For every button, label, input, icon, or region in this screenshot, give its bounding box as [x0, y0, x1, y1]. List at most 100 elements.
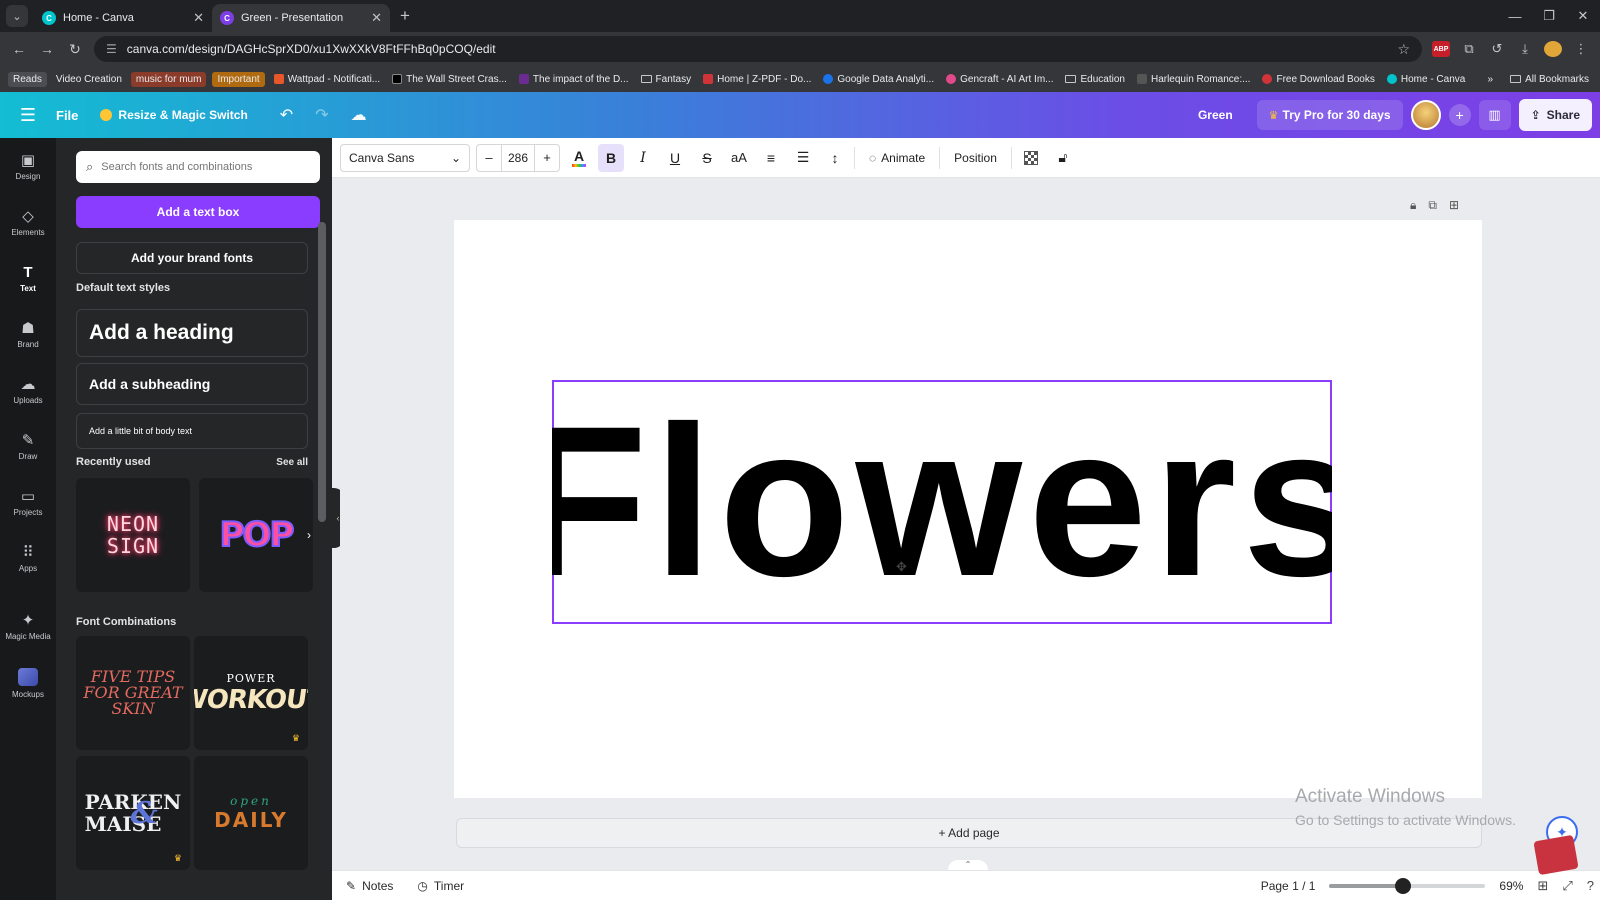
fullscreen-icon[interactable]: ⤢	[1562, 878, 1572, 894]
reload-icon[interactable]: ↻	[66, 41, 84, 58]
add-body-text-button[interactable]: Add a little bit of body text	[76, 413, 308, 449]
insights-chart-icon[interactable]: ▥	[1478, 100, 1511, 130]
font-combo-parken-maise[interactable]: PARKEN MAISE & ♛	[76, 756, 190, 870]
forward-arrow-icon[interactable]: →	[38, 41, 56, 57]
window-close-icon[interactable]: ✕	[1566, 0, 1600, 32]
bookmark-free-books[interactable]: Free Download Books	[1259, 72, 1377, 87]
lock-icon[interactable]: 🔓︎	[1050, 144, 1076, 172]
position-button[interactable]: Position	[946, 144, 1005, 172]
rail-item-design[interactable]: ▣ Design	[0, 142, 56, 192]
add-brand-fonts-button[interactable]: Add your brand fonts	[76, 242, 308, 274]
lock-page-icon[interactable]: 🔒︎	[1410, 198, 1416, 213]
text-color-button[interactable]: A	[566, 144, 592, 172]
bookmark-folder-education[interactable]: Education	[1062, 72, 1127, 87]
rail-item-elements[interactable]: ◇ Elements	[0, 198, 56, 248]
invite-plus-icon[interactable]: +	[1448, 104, 1471, 126]
bookmark-wall-street[interactable]: The Wall Street Cras...	[389, 72, 510, 87]
profile-avatar-icon[interactable]	[1544, 41, 1562, 57]
file-menu-button[interactable]: File	[56, 108, 78, 123]
canvas-text-flowers[interactable]: Flowers	[552, 384, 1332, 620]
notes-button[interactable]: ✎ Notes	[346, 879, 393, 893]
redo-icon[interactable]: ↷	[315, 105, 328, 125]
collapse-chevron-up-icon[interactable]: ⌃	[948, 860, 988, 870]
rail-item-mockups[interactable]: Mockups	[0, 658, 56, 708]
help-icon[interactable]: ?	[1587, 878, 1594, 893]
bookmark-video-creation[interactable]: Video Creation	[53, 72, 125, 87]
cloud-save-icon[interactable]: ☁	[351, 105, 367, 125]
font-combo-open-daily[interactable]: open DAILY	[194, 756, 308, 870]
align-center-icon[interactable]: ≡	[758, 144, 784, 172]
rail-item-brand[interactable]: ☗ Brand	[0, 310, 56, 360]
resize-magic-switch-button[interactable]: Resize & Magic Switch	[100, 108, 248, 122]
font-size-value[interactable]: 286	[501, 144, 535, 171]
url-omnibox[interactable]: ☰ canva.com/design/DAGHcSprXD0/xu1XwXXkV…	[94, 36, 1422, 62]
tab-home-canva[interactable]: C Home - Canva ✕	[34, 4, 212, 32]
font-family-dropdown[interactable]: Canva Sans ⌄	[340, 143, 470, 172]
new-tab-plus-icon[interactable]: +	[400, 6, 410, 26]
share-button[interactable]: ⇪ Share	[1518, 99, 1592, 131]
history-icon[interactable]: ↺	[1488, 41, 1506, 57]
bookmark-gencraft[interactable]: Gencraft - AI Art Im...	[943, 72, 1056, 87]
bookmark-harlequin[interactable]: Harlequin Romance:...	[1134, 72, 1254, 87]
decrease-size-button[interactable]: –	[477, 150, 501, 165]
back-arrow-icon[interactable]: ←	[10, 41, 28, 57]
bold-button[interactable]: B	[598, 143, 624, 172]
italic-button[interactable]: I	[630, 144, 656, 172]
tab-green-presentation[interactable]: C Green - Presentation ✕	[212, 4, 390, 32]
timer-button[interactable]: ◷ Timer	[417, 879, 464, 893]
bookmark-star-icon[interactable]: ☆	[1397, 41, 1410, 58]
see-all-link[interactable]: See all	[276, 457, 308, 468]
recent-pop-thumbnail[interactable]: POP ›	[199, 478, 313, 592]
close-icon[interactable]: ✕	[193, 10, 204, 26]
grid-view-icon[interactable]: ⊞	[1537, 878, 1548, 894]
rail-item-text[interactable]: T Text	[0, 254, 56, 304]
download-icon[interactable]: ⤓	[1516, 41, 1534, 57]
bookmark-google-data[interactable]: Google Data Analyti...	[820, 72, 937, 87]
underline-button[interactable]: U	[662, 144, 688, 172]
more-bookmarks-chevron-icon[interactable]: »	[1488, 74, 1494, 85]
zoom-slider[interactable]	[1329, 877, 1486, 894]
spacing-icon[interactable]: ↕	[822, 144, 848, 172]
bookmark-wattpad[interactable]: Wattpad - Notificati...	[271, 72, 383, 87]
site-info-icon[interactable]: ☰	[106, 42, 117, 56]
try-pro-button[interactable]: ♛ Try Pro for 30 days	[1256, 100, 1403, 130]
user-avatar[interactable]	[1410, 100, 1441, 130]
extensions-puzzle-icon[interactable]: ⧉	[1460, 41, 1478, 57]
font-search-box[interactable]: ⌕	[76, 151, 320, 183]
bookmark-reads[interactable]: Reads	[8, 71, 47, 87]
page-counter[interactable]: Page 1 / 1	[1261, 879, 1316, 893]
add-heading-button[interactable]: Add a heading	[76, 309, 308, 357]
bookmark-important[interactable]: Important	[212, 71, 265, 87]
chevron-right-icon[interactable]: ›	[307, 528, 311, 542]
increase-size-button[interactable]: +	[535, 150, 559, 165]
rail-item-uploads[interactable]: ☁ Uploads	[0, 366, 56, 416]
rail-item-apps[interactable]: ⠿ Apps	[0, 534, 56, 584]
bookmark-music-for-mum[interactable]: music for mum	[130, 71, 207, 87]
bookmark-folder-fantasy[interactable]: Fantasy	[638, 72, 695, 87]
zoom-percentage[interactable]: 69%	[1499, 879, 1523, 893]
bookmark-zpdf[interactable]: Home | Z-PDF - Do...	[700, 72, 814, 87]
recent-neon-sign-thumbnail[interactable]: NEON SIGN	[76, 478, 190, 592]
hamburger-menu-icon[interactable]: ☰	[0, 105, 56, 126]
animate-button[interactable]: ◌ Animate	[861, 144, 933, 172]
tab-search-menu-button[interactable]: ⌄	[6, 5, 28, 27]
rail-item-draw[interactable]: ✎ Draw	[0, 422, 56, 472]
bookmark-impact[interactable]: The impact of the D...	[516, 72, 632, 87]
rail-item-magic-media[interactable]: ✦ Magic Media	[0, 602, 56, 652]
strikethrough-button[interactable]: S	[694, 144, 720, 172]
browser-menu-kebab-icon[interactable]: ⋮	[1572, 41, 1590, 57]
add-subheading-button[interactable]: Add a subheading	[76, 363, 308, 405]
minimize-icon[interactable]: —	[1498, 0, 1532, 32]
transparency-checker-icon[interactable]	[1018, 144, 1044, 172]
restore-icon[interactable]: ❐	[1532, 0, 1566, 32]
add-text-box-button[interactable]: Add a text box	[76, 196, 320, 228]
duplicate-page-icon[interactable]: ⧉	[1428, 198, 1437, 213]
panel-scrollbar[interactable]	[318, 222, 326, 522]
document-name[interactable]: Green	[1198, 108, 1233, 122]
adblock-extension-icon[interactable]: ABP	[1432, 41, 1450, 57]
rail-item-projects[interactable]: ▭ Projects	[0, 478, 56, 528]
font-combo-five-tips[interactable]: FIVE TIPS FOR GREAT SKIN	[76, 636, 190, 750]
bookmark-home-canva[interactable]: Home - Canva	[1384, 72, 1468, 87]
add-page-icon[interactable]: ⊞	[1449, 198, 1459, 213]
zoom-knob[interactable]	[1394, 877, 1411, 894]
